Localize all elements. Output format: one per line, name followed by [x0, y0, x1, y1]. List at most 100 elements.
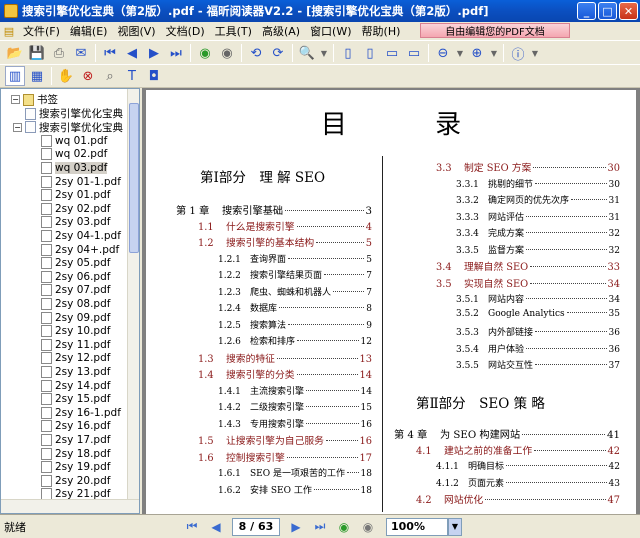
- print-icon[interactable]: ⎙: [49, 43, 69, 63]
- back-icon[interactable]: ◉: [195, 43, 215, 63]
- toc-entry[interactable]: 3.5.4 用户体验 36: [456, 342, 620, 356]
- toc-entry[interactable]: 1.4.2 二级搜索引擎 15: [218, 400, 372, 414]
- zoom-out-dropdown-icon[interactable]: ▼: [455, 43, 465, 63]
- status-prev-page-icon[interactable]: ◀: [207, 518, 225, 536]
- toc-entry[interactable]: 1.2 搜索引擎的基本结构 5: [198, 235, 372, 249]
- status-first-page-icon[interactable]: ⏮: [183, 518, 201, 536]
- toc-entry[interactable]: 1.1 什么是搜索引擎 4: [198, 219, 372, 233]
- toc-entry[interactable]: 1.2.1 查询界面 5: [218, 252, 372, 266]
- file-bookmark-item[interactable]: 2sy 20.pdf: [41, 474, 110, 487]
- file-bookmark-item[interactable]: 2sy 06.pdf: [41, 270, 110, 283]
- menu-tools[interactable]: 工具(T): [210, 23, 257, 39]
- document-view[interactable]: 目 录 第Ⅰ部分 理 解 SEO 第 1 章 搜索引擎基础 3 1.1 什么是搜索引擎 4…: [142, 88, 640, 514]
- toc-entry[interactable]: 3.5.3 内外部链接 36: [456, 325, 620, 339]
- file-bookmark-item[interactable]: 2sy 01.pdf: [41, 189, 110, 202]
- toc-entry[interactable]: 3.3.4 完成方案 32: [456, 226, 620, 240]
- fit-width-icon[interactable]: ▭: [382, 43, 402, 63]
- file-bookmark-item[interactable]: 2sy 03.pdf: [41, 216, 110, 229]
- toc-entry[interactable]: 1.2.6 检索和排序 12: [218, 334, 372, 348]
- sidebar-horizontal-scrollbar[interactable]: [1, 499, 139, 513]
- layout-icon[interactable]: ▦: [27, 66, 47, 86]
- bookmark-item[interactable]: − 搜索引擎优化宝典: [13, 121, 123, 134]
- select-text-icon[interactable]: T: [122, 66, 142, 86]
- toc-entry[interactable]: 3.3 制定 SEO 方案 30: [436, 160, 620, 174]
- toc-entry[interactable]: 1.6.1 SEO 是一项艰苦的工作 18: [218, 466, 372, 480]
- minimize-button[interactable]: _: [577, 2, 596, 20]
- toc-entry[interactable]: 1.4.3 专用搜索引擎 16: [218, 417, 372, 431]
- find-icon[interactable]: ⌕: [100, 66, 120, 86]
- hand-tool-icon[interactable]: ✋: [56, 66, 76, 86]
- zoom-select-icon[interactable]: ▼: [448, 517, 462, 536]
- info-icon[interactable]: ⓘ: [508, 43, 528, 63]
- file-bookmark-item[interactable]: 2sy 19.pdf: [41, 461, 110, 474]
- file-bookmark-item[interactable]: 2sy 10.pdf: [41, 325, 110, 338]
- toc-entry[interactable]: 3.5.1 网站内容 34: [456, 292, 620, 306]
- toc-entry[interactable]: 第 4 章 为 SEO 构建网站 41: [394, 426, 620, 441]
- toc-entry[interactable]: 3.5 实现自然 SEO 34: [436, 276, 620, 290]
- toc-entry[interactable]: 1.5 让搜索引擎为自己服务 16: [198, 433, 372, 447]
- toc-entry[interactable]: 4.1.1 明确目标 42: [436, 459, 620, 473]
- menu-help[interactable]: 帮助(H): [357, 23, 406, 39]
- toc-entry[interactable]: 1.6.2 安排 SEO 工作 18: [218, 483, 372, 497]
- toc-entry[interactable]: 1.6 控制搜索引擎 17: [198, 450, 372, 464]
- loupe-icon[interactable]: ⊗: [78, 66, 98, 86]
- toc-entry[interactable]: 1.3 搜索的特征 13: [198, 351, 372, 365]
- menu-document[interactable]: 文档(D): [161, 23, 210, 39]
- toc-entry[interactable]: 第 1 章 搜索引擎基础 3: [176, 202, 372, 217]
- file-bookmark-item[interactable]: wq 01.pdf: [41, 134, 107, 147]
- file-bookmark-item[interactable]: 2sy 09.pdf: [41, 311, 110, 324]
- file-bookmark-item[interactable]: 2sy 13.pdf: [41, 365, 110, 378]
- file-bookmark-item[interactable]: 2sy 04+.pdf: [41, 243, 119, 256]
- page-number-field[interactable]: 8 / 63: [232, 517, 280, 536]
- file-bookmark-item[interactable]: 2sy 16.pdf: [41, 420, 110, 433]
- toc-entry[interactable]: 3.3.1 挑剔的细节 30: [456, 177, 620, 191]
- close-button[interactable]: ✕: [619, 2, 638, 20]
- sidebar-scroll-thumb[interactable]: [129, 103, 139, 253]
- save-icon[interactable]: 💾: [27, 43, 47, 63]
- toc-entry[interactable]: 1.4.1 主流搜索引擎 14: [218, 384, 372, 398]
- zoom-dropdown-icon[interactable]: ▼: [319, 43, 329, 63]
- toc-entry[interactable]: 3.3.3 网站评估 31: [456, 210, 620, 224]
- file-bookmark-item[interactable]: 2sy 02.pdf: [41, 202, 110, 215]
- bookmark-item[interactable]: 搜索引擎优化宝典: [25, 107, 123, 120]
- file-bookmark-item[interactable]: 2sy 08.pdf: [41, 297, 110, 310]
- toc-entry[interactable]: 3.4 理解自然 SEO 33: [436, 259, 620, 273]
- info-dropdown-icon[interactable]: ▼: [530, 43, 540, 63]
- zoom-icon[interactable]: 🔍: [297, 43, 317, 63]
- status-last-page-icon[interactable]: ⏭: [311, 518, 329, 536]
- toc-entry[interactable]: 1.2.3 爬虫、蜘蛛和机器人 7: [218, 285, 372, 299]
- toc-entry[interactable]: 4.2 网站优化 47: [416, 492, 620, 506]
- zoom-in-dropdown-icon[interactable]: ▼: [489, 43, 499, 63]
- maximize-button[interactable]: □: [598, 2, 617, 20]
- file-bookmark-item[interactable]: 2sy 12.pdf: [41, 352, 110, 365]
- zoom-out-icon[interactable]: ⊖: [433, 43, 453, 63]
- snapshot-icon[interactable]: ◘: [144, 66, 164, 86]
- toc-entry[interactable]: 3.3.2 确定网页的优先次序 31: [456, 193, 620, 207]
- next-page-icon[interactable]: ▶: [144, 43, 164, 63]
- prev-page-icon[interactable]: ◀: [122, 43, 142, 63]
- rotate-left-icon[interactable]: ⟲: [246, 43, 266, 63]
- file-bookmark-item[interactable]: wq 02.pdf: [41, 148, 107, 161]
- file-bookmark-item[interactable]: 2sy 01-1.pdf: [41, 175, 121, 188]
- email-icon[interactable]: ✉: [71, 43, 91, 63]
- actual-size-icon[interactable]: ▯: [338, 43, 358, 63]
- zoom-in-icon[interactable]: ⊕: [467, 43, 487, 63]
- collapse-icon[interactable]: −: [13, 122, 22, 132]
- file-bookmark-item[interactable]: 2sy 04-1.pdf: [41, 229, 121, 242]
- bookmark-root[interactable]: − 书签: [11, 93, 58, 106]
- status-forward-icon[interactable]: ◉: [359, 518, 377, 536]
- rotate-right-icon[interactable]: ⟳: [268, 43, 288, 63]
- sidebar-vertical-scrollbar[interactable]: [127, 89, 139, 499]
- forward-icon[interactable]: ◉: [217, 43, 237, 63]
- open-icon[interactable]: 📂: [5, 43, 25, 63]
- first-page-icon[interactable]: ⏮: [100, 43, 120, 63]
- panel-toggle-icon[interactable]: ▥: [5, 66, 25, 86]
- toc-entry[interactable]: 4.1.2 页面元素 43: [436, 476, 620, 490]
- file-bookmark-item[interactable]: 2sy 05.pdf: [41, 257, 110, 270]
- menu-window[interactable]: 窗口(W): [305, 23, 356, 39]
- file-bookmark-item[interactable]: 2sy 14.pdf: [41, 379, 110, 392]
- toc-entry[interactable]: 3.3.5 监督方案 32: [456, 243, 620, 257]
- toc-entry[interactable]: 1.2.2 搜索引擎结果页面 7: [218, 268, 372, 282]
- status-next-page-icon[interactable]: ▶: [287, 518, 305, 536]
- file-bookmark-item[interactable]: 2sy 18.pdf: [41, 447, 110, 460]
